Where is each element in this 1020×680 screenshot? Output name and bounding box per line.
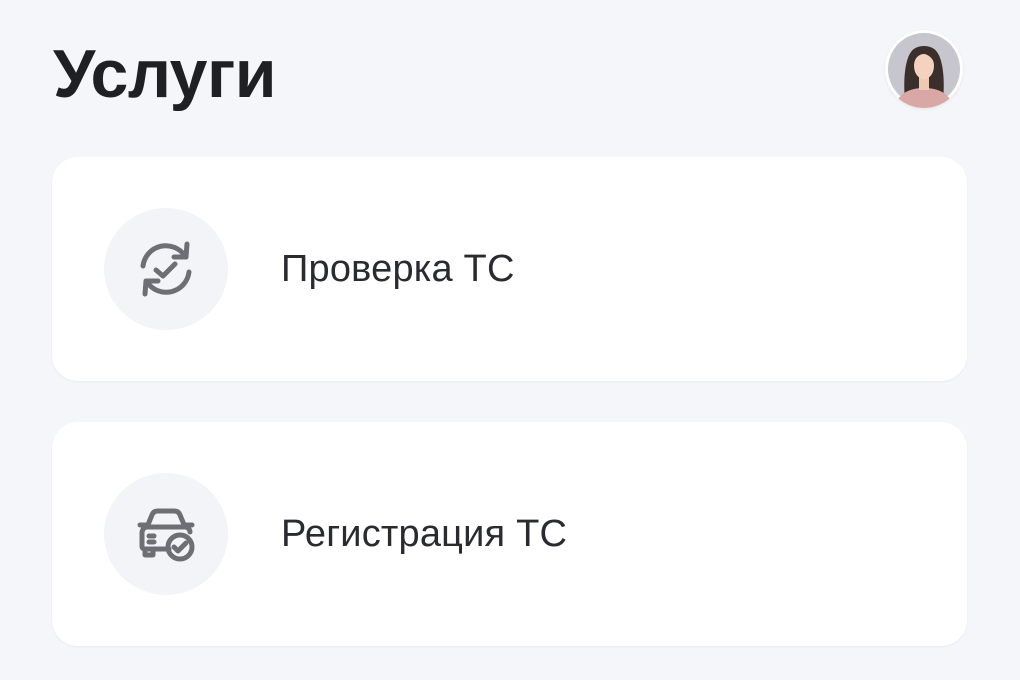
service-label: Проверка ТС <box>281 247 515 290</box>
page-title: Услуги <box>53 36 277 112</box>
service-card-vehicle-registration[interactable]: Регистрация ТС <box>52 422 967 646</box>
avatar[interactable] <box>885 30 963 108</box>
refresh-check-icon <box>140 241 192 297</box>
car-check-icon <box>137 508 195 562</box>
user-avatar-icon <box>888 33 960 108</box>
service-icon-container <box>104 473 228 595</box>
service-label: Регистрация ТС <box>281 512 568 555</box>
service-card-vehicle-check[interactable]: Проверка ТС <box>52 157 967 381</box>
service-icon-container <box>104 208 228 330</box>
